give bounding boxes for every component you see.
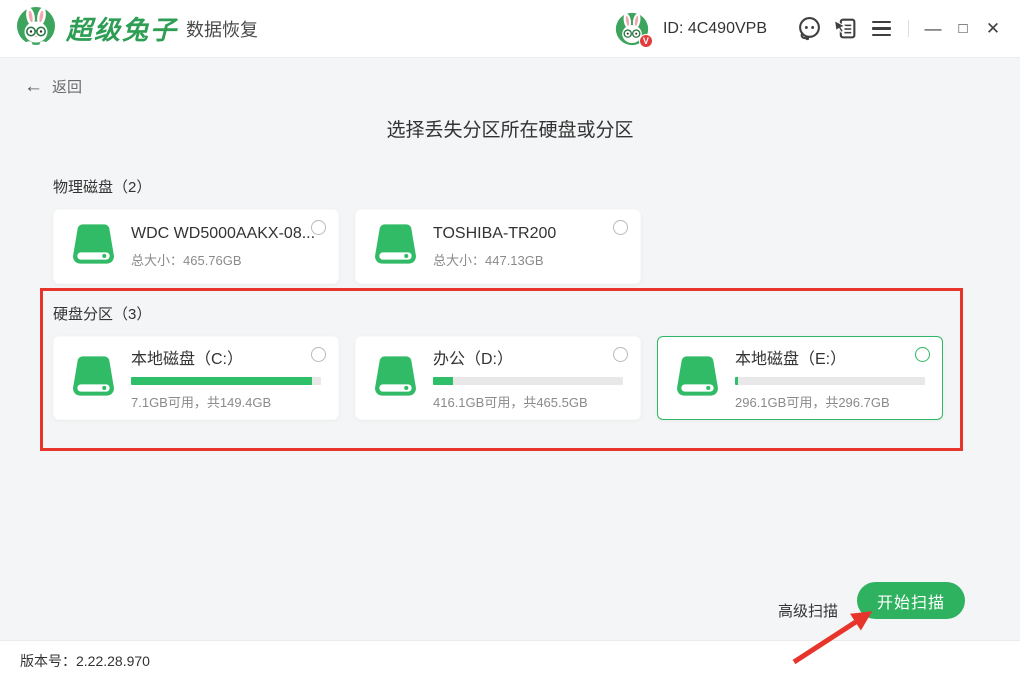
user-avatar[interactable]: V <box>615 12 649 46</box>
advanced-scan-link[interactable]: 高级扫描 <box>778 600 838 621</box>
partition-usage: 416.1GB可用，共465.5GB <box>433 392 624 411</box>
disk-size: 总大小：465.76GB <box>131 250 322 269</box>
disk-radio[interactable] <box>311 220 326 235</box>
partition-name: 办公（D:） <box>433 345 624 369</box>
usage-bar-fill <box>131 377 312 385</box>
partition-card-e[interactable]: 本地磁盘（E:） 296.1GB可用，共296.7GB <box>657 336 943 420</box>
menu-icon[interactable] <box>863 12 899 46</box>
product-name: 数据恢复 <box>186 16 258 42</box>
version-label: 版本号：2.22.28.970 <box>20 651 150 671</box>
app-brand: 超级兔子 数据恢复 <box>16 6 258 51</box>
back-label: 返回 <box>52 76 82 97</box>
physical-disks-row: WDC WD5000AAKX-08... 总大小：465.76GB TOSHIB… <box>53 209 641 284</box>
usage-bar <box>735 377 925 385</box>
partition-usage: 7.1GB可用，共149.4GB <box>131 392 322 411</box>
vip-badge: V <box>639 34 653 48</box>
user-id: ID: 4C490VPB <box>663 20 767 38</box>
partition-usage: 296.1GB可用，共296.7GB <box>735 392 926 411</box>
hard-drive-icon <box>70 355 117 402</box>
partitions-row: 本地磁盘（C:） 7.1GB可用，共149.4GB 办公（D:） 416.1GB… <box>53 336 943 420</box>
title-bar: 超级兔子 数据恢复 V ID: 4C490VPB <box>0 0 1020 58</box>
hard-drive-icon <box>70 223 117 270</box>
partition-name: 本地磁盘（E:） <box>735 345 926 369</box>
disk-name: TOSHIBA-TR200 <box>433 225 624 243</box>
start-scan-button[interactable]: 开始扫描 <box>857 582 965 619</box>
usage-bar <box>131 377 321 385</box>
hard-drive-icon <box>372 355 419 402</box>
disk-size: 总大小：447.13GB <box>433 250 624 269</box>
back-arrow-icon: ← <box>24 77 43 96</box>
customer-service-icon[interactable] <box>791 12 827 46</box>
disk-name: WDC WD5000AAKX-08... <box>131 225 322 243</box>
hard-drive-icon <box>674 355 721 402</box>
brand-name: 超级兔子 <box>66 10 178 47</box>
disk-card-wdc[interactable]: WDC WD5000AAKX-08... 总大小：465.76GB <box>53 209 339 284</box>
partitions-heading: 硬盘分区（3） <box>53 303 151 324</box>
feedback-icon[interactable] <box>827 12 863 46</box>
partition-radio[interactable] <box>311 347 326 362</box>
disk-card-toshiba[interactable]: TOSHIBA-TR200 总大小：447.13GB <box>355 209 641 284</box>
physical-disks-heading: 物理磁盘（2） <box>53 176 151 197</box>
usage-bar-fill <box>735 377 738 385</box>
app-logo-rabbit-icon <box>16 6 56 51</box>
minimize-button[interactable]: — <box>918 14 948 44</box>
partition-radio[interactable] <box>915 347 930 362</box>
footer-bar: 版本号：2.22.28.970 <box>0 640 1020 680</box>
partition-card-d[interactable]: 办公（D:） 416.1GB可用，共465.5GB <box>355 336 641 420</box>
page-title: 选择丢失分区所在硬盘或分区 <box>0 115 1020 142</box>
disk-radio[interactable] <box>613 220 628 235</box>
partition-card-c[interactable]: 本地磁盘（C:） 7.1GB可用，共149.4GB <box>53 336 339 420</box>
partition-name: 本地磁盘（C:） <box>131 345 322 369</box>
hard-drive-icon <box>372 223 419 270</box>
usage-bar-fill <box>433 377 453 385</box>
maximize-button[interactable]: □ <box>948 14 978 44</box>
usage-bar <box>433 377 623 385</box>
window-controls-divider <box>908 20 909 37</box>
partition-radio[interactable] <box>613 347 628 362</box>
close-button[interactable]: ✕ <box>978 14 1008 44</box>
back-button[interactable]: ← 返回 <box>24 76 82 97</box>
